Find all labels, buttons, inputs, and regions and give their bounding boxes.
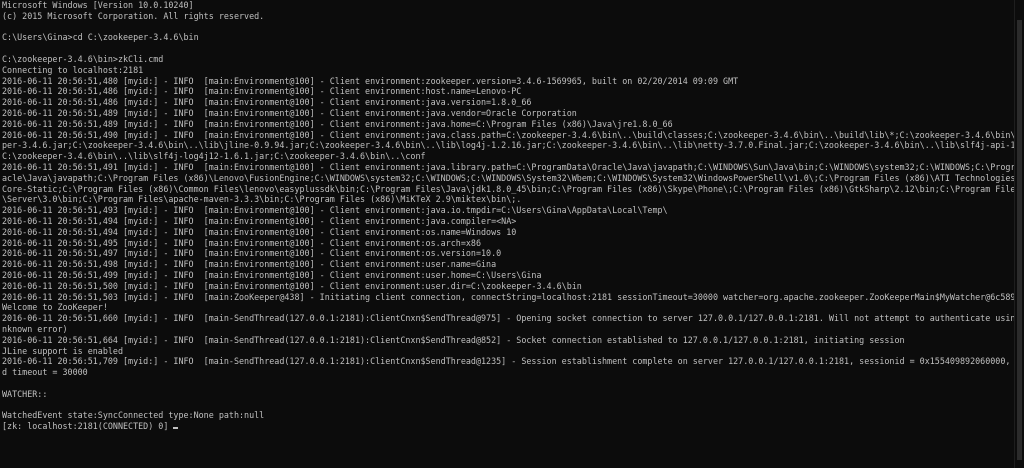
console-line: WATCHER::	[2, 388, 48, 399]
console-line: 2016-06-11 20:56:51,660 [myid:] - INFO […	[2, 313, 1015, 324]
vertical-scrollbar[interactable]	[1014, 0, 1024, 468]
console-line: JLine support is enabled	[2, 345, 124, 356]
console-line: Welcome to ZooKeeper!	[2, 302, 108, 313]
console-line: 2016-06-11 20:56:51,664 [myid:] - INFO […	[2, 334, 905, 345]
console-output: Microsoft Windows [Version 10.0.10240] (c…	[0, 0, 1015, 432]
console-line: C:\Users\Gina>cd C:\zookeeper-3.4.6\bin	[2, 32, 199, 43]
console-line: 2016-06-11 20:56:51,480 [myid:] - INFO […	[2, 75, 739, 86]
console-window[interactable]: Microsoft Windows [Version 10.0.10240] (c…	[0, 0, 1015, 468]
console-line: C:\zookeeper-3.4.6\bin>zkCli.cmd	[2, 53, 164, 64]
console-line: 2016-06-11 20:56:51,498 [myid:] - INFO […	[2, 259, 497, 270]
console-line: 2016-06-11 20:56:51,494 [myid:] - INFO […	[2, 215, 517, 226]
console-line: 2016-06-11 20:56:51,491 [myid:] - INFO […	[2, 161, 1015, 172]
scrollbar-thumb[interactable]	[1017, 20, 1022, 460]
console-line: nknown error)	[2, 323, 68, 334]
console-line: C:\zookeeper-3.4.6\bin\..\lib\slf4j-log4…	[2, 151, 426, 162]
console-line: 2016-06-11 20:56:51,499 [myid:] - INFO […	[2, 269, 542, 280]
console-line: per-3.4.6.jar;C:\zookeeper-3.4.6\bin\..\…	[2, 140, 1015, 151]
console-line: 2016-06-11 20:56:51,489 [myid:] - INFO […	[2, 107, 577, 118]
console-line: 2016-06-11 20:56:51,486 [myid:] - INFO […	[2, 97, 532, 108]
text-cursor	[173, 427, 179, 430]
console-line: 2016-06-11 20:56:51,503 [myid:] - INFO […	[2, 291, 1015, 302]
console-line: WatchedEvent state:SyncConnected type:No…	[2, 410, 265, 421]
console-line: 2016-06-11 20:56:51,486 [myid:] - INFO […	[2, 86, 522, 97]
console-line: Connecting to localhost:2181	[2, 64, 144, 75]
console-line: 2016-06-11 20:56:51,495 [myid:] - INFO […	[2, 237, 482, 248]
console-line: d timeout = 30000	[2, 367, 88, 378]
console-line: 2016-06-11 20:56:51,494 [myid:] - INFO […	[2, 226, 517, 237]
console-line: 2016-06-11 20:56:51,489 [myid:] - INFO […	[2, 118, 673, 129]
console-line: (c) 2015 Microsoft Corporation. All righ…	[2, 10, 265, 21]
console-line: [zk: localhost:2181(CONNECTED) 0]	[2, 421, 1015, 432]
console-line: 2016-06-11 20:56:51,493 [myid:] - INFO […	[2, 205, 668, 216]
console-line: 2016-06-11 20:56:51,500 [myid:] - INFO […	[2, 280, 582, 291]
console-line: 2016-06-11 20:56:51,490 [myid:] - INFO […	[2, 129, 1015, 140]
console-line: acle\Java\javapath;C:\Program Files (x86…	[2, 172, 1015, 183]
console-line: 2016-06-11 20:56:51,497 [myid:] - INFO […	[2, 248, 502, 259]
console-line: \Server\3.0\bin;C:\Program Files\apache-…	[2, 194, 522, 205]
console-line: 2016-06-11 20:56:51,709 [myid:] - INFO […	[2, 356, 1015, 367]
console-line: Core-Static;C:\Program Files (x86)\Commo…	[2, 183, 1015, 194]
console-line: Microsoft Windows [Version 10.0.10240]	[2, 0, 194, 10]
